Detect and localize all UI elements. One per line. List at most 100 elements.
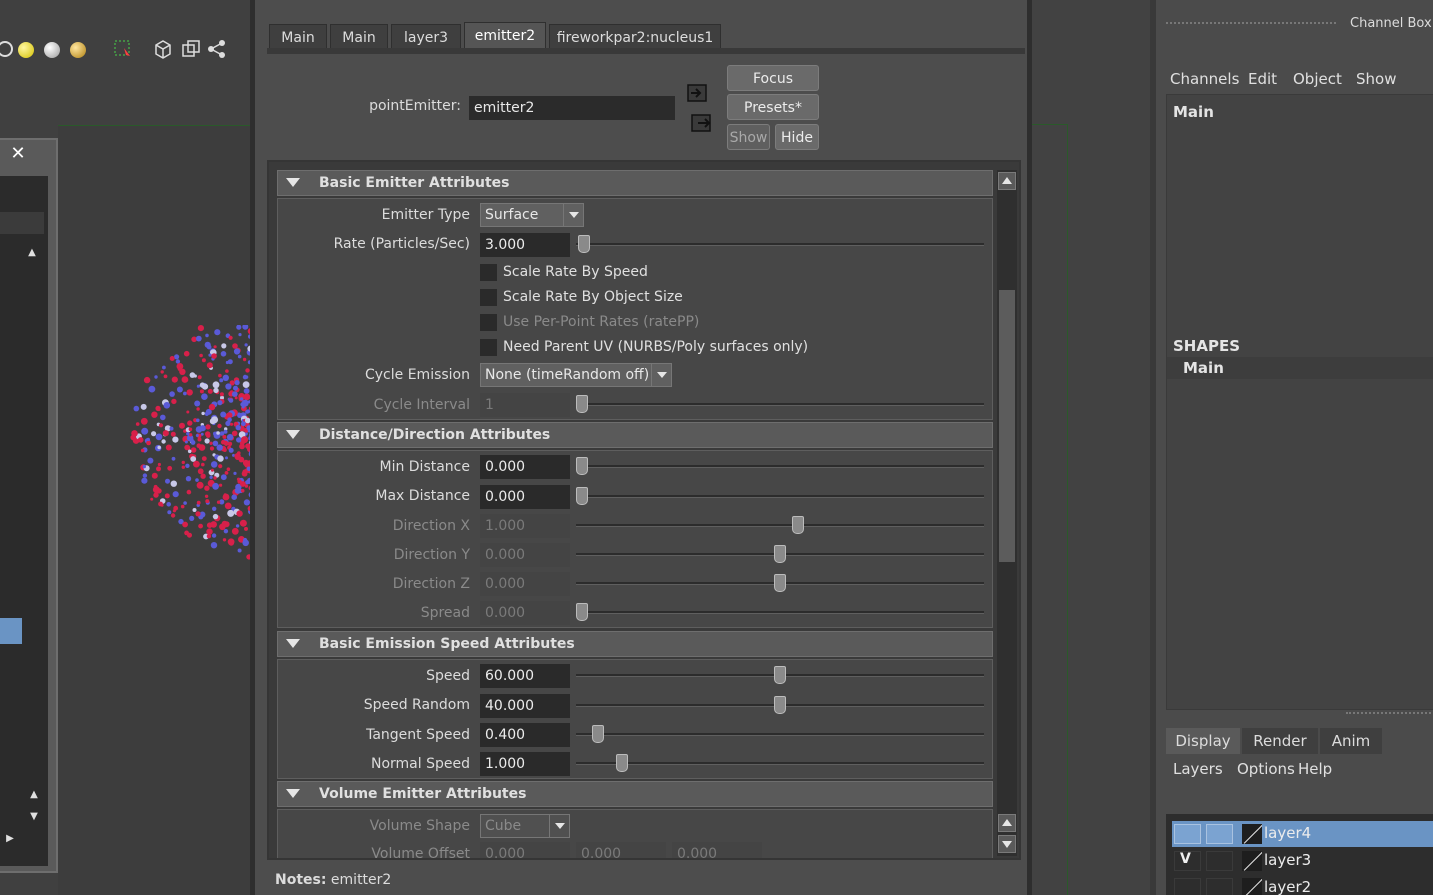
section-volume-emitter-header[interactable]: Volume Emitter Attributes [277,781,993,807]
render-settings-icon[interactable] [0,38,16,60]
cube-icon[interactable] [152,38,174,60]
particle [189,515,195,521]
tab-nucleus[interactable]: fireworkpar2:nucleus1 [549,24,721,50]
layer-color-swatch[interactable] [1242,824,1262,844]
rate-field[interactable]: 3.000 [480,233,570,257]
emitter-type-dropdown[interactable]: Surface [480,203,584,227]
duplicate-icon[interactable] [180,38,202,60]
scrollbar-thumb[interactable] [999,290,1015,562]
outliner-scrollbar[interactable]: ▲ [22,244,42,460]
attribute-scrollbar[interactable] [997,170,1017,856]
menu-show[interactable]: Show [1356,70,1396,88]
speed-slider-handle[interactable] [774,666,786,684]
speed-random-slider-handle[interactable] [774,696,786,714]
normal-speed-field[interactable]: 1.000 [480,752,570,776]
node-name-field[interactable]: emitter2 [469,96,675,120]
rate-slider-track[interactable] [576,243,984,246]
light-gold-icon[interactable] [70,42,86,58]
light-white-icon[interactable] [44,42,60,58]
min-distance-slider-handle[interactable] [576,457,588,475]
scroll-up-icon[interactable]: ▲ [24,246,40,260]
collapse-triangle-icon[interactable] [286,789,300,798]
normal-speed-slider-track[interactable] [576,762,984,765]
layer-row-layer4[interactable]: layer4 [1172,821,1433,847]
layer-type-toggle[interactable] [1206,851,1233,871]
panel-splitter[interactable] [1346,712,1433,714]
layer-color-swatch[interactable] [1242,851,1262,871]
tab-display[interactable]: Display [1166,728,1240,754]
tab-layer3[interactable]: layer3 [391,24,461,50]
tab-main-2[interactable]: Main [330,24,388,50]
speed-field[interactable]: 60.000 [480,664,570,688]
layer-row-layer3[interactable]: V layer3 [1172,848,1433,874]
particle [170,513,176,518]
menu-help[interactable]: Help [1298,760,1332,778]
tab-render[interactable]: Render [1242,728,1318,754]
scroll-down-icon[interactable]: ▼ [26,810,42,824]
cycle-emission-dropdown[interactable]: None (timeRandom off) [480,363,672,387]
min-distance-slider-track[interactable] [576,465,984,468]
outliner-selected-row[interactable] [0,618,22,644]
layer-type-toggle[interactable] [1206,824,1233,844]
tab-anim[interactable]: Anim [1320,728,1382,754]
particle [197,325,204,332]
speed-random-field[interactable]: 40.000 [480,694,570,718]
menu-options[interactable]: Options [1237,760,1295,778]
shape-row[interactable]: Main [1167,357,1433,379]
max-distance-slider-handle[interactable] [576,487,588,505]
tangent-speed-slider-track[interactable] [576,733,984,736]
chevron-down-icon[interactable] [563,204,583,226]
section-emission-speed-header[interactable]: Basic Emission Speed Attributes [277,631,993,657]
collapse-triangle-icon[interactable] [286,178,300,187]
right-viewport[interactable] [1032,0,1150,895]
select-region-icon[interactable] [112,38,134,60]
show-button[interactable]: Show [727,124,770,150]
menu-object[interactable]: Object [1293,70,1342,88]
collapse-triangle-icon[interactable] [286,430,300,439]
left-viewport[interactable]: ✕ ▲ ▲ ▼ ▶ [0,0,250,895]
section-distance-direction-header[interactable]: Distance/Direction Attributes [277,422,993,448]
collapse-triangle-icon[interactable] [286,639,300,648]
scroll-down-icon[interactable] [998,835,1016,853]
menu-layers[interactable]: Layers [1173,760,1223,778]
tangent-speed-field[interactable]: 0.400 [480,723,570,747]
channel-list[interactable]: Main SHAPES Main [1166,94,1433,710]
scale-rate-by-speed-checkbox[interactable] [480,264,497,281]
section-basic-emitter-header[interactable]: Basic Emitter Attributes [277,170,993,196]
tab-emitter2[interactable]: emitter2 [464,22,546,50]
select-input-icon[interactable] [687,84,707,102]
scale-rate-by-size-checkbox[interactable] [480,289,497,306]
menu-channels[interactable]: Channels [1170,70,1239,88]
max-distance-field[interactable]: 0.000 [480,485,570,509]
scroll-up-icon[interactable] [998,172,1016,190]
min-distance-field[interactable]: 0.000 [480,455,570,479]
select-output-icon[interactable] [691,114,711,132]
layer-color-swatch[interactable] [1242,878,1262,895]
tangent-speed-slider-handle[interactable] [592,725,604,743]
focus-button[interactable]: Focus [727,65,819,91]
particle-fireworks [130,325,250,560]
scroll-up-icon[interactable]: ▲ [26,788,42,802]
menu-edit[interactable]: Edit [1248,70,1277,88]
graph-icon[interactable] [206,38,228,60]
notes-bar[interactable]: Notes: emitter2 [275,872,391,888]
max-distance-slider-track[interactable] [576,495,984,498]
hide-button[interactable]: Hide [775,124,819,150]
layer-visibility-toggle[interactable] [1174,878,1201,895]
layer-row-layer2[interactable]: layer2 [1172,875,1433,895]
panel-drag-handle[interactable] [1166,22,1336,24]
tab-main-1[interactable]: Main [269,24,327,50]
chevron-down-icon[interactable] [651,364,671,386]
presets-button[interactable]: Presets* [727,94,819,120]
normal-speed-slider-handle[interactable] [616,754,628,772]
close-icon[interactable]: ✕ [6,144,30,164]
need-parent-uv-checkbox[interactable] [480,339,497,356]
node-name[interactable]: Main [1173,103,1214,121]
rate-slider-handle[interactable] [578,235,590,253]
outliner-filter-input[interactable] [0,212,44,234]
scroll-up-icon[interactable] [998,814,1016,832]
scroll-right-icon[interactable]: ▶ [2,832,18,846]
light-yellow-icon[interactable] [18,42,34,58]
layer-visibility-toggle[interactable] [1174,824,1201,844]
layer-type-toggle[interactable] [1206,878,1233,895]
